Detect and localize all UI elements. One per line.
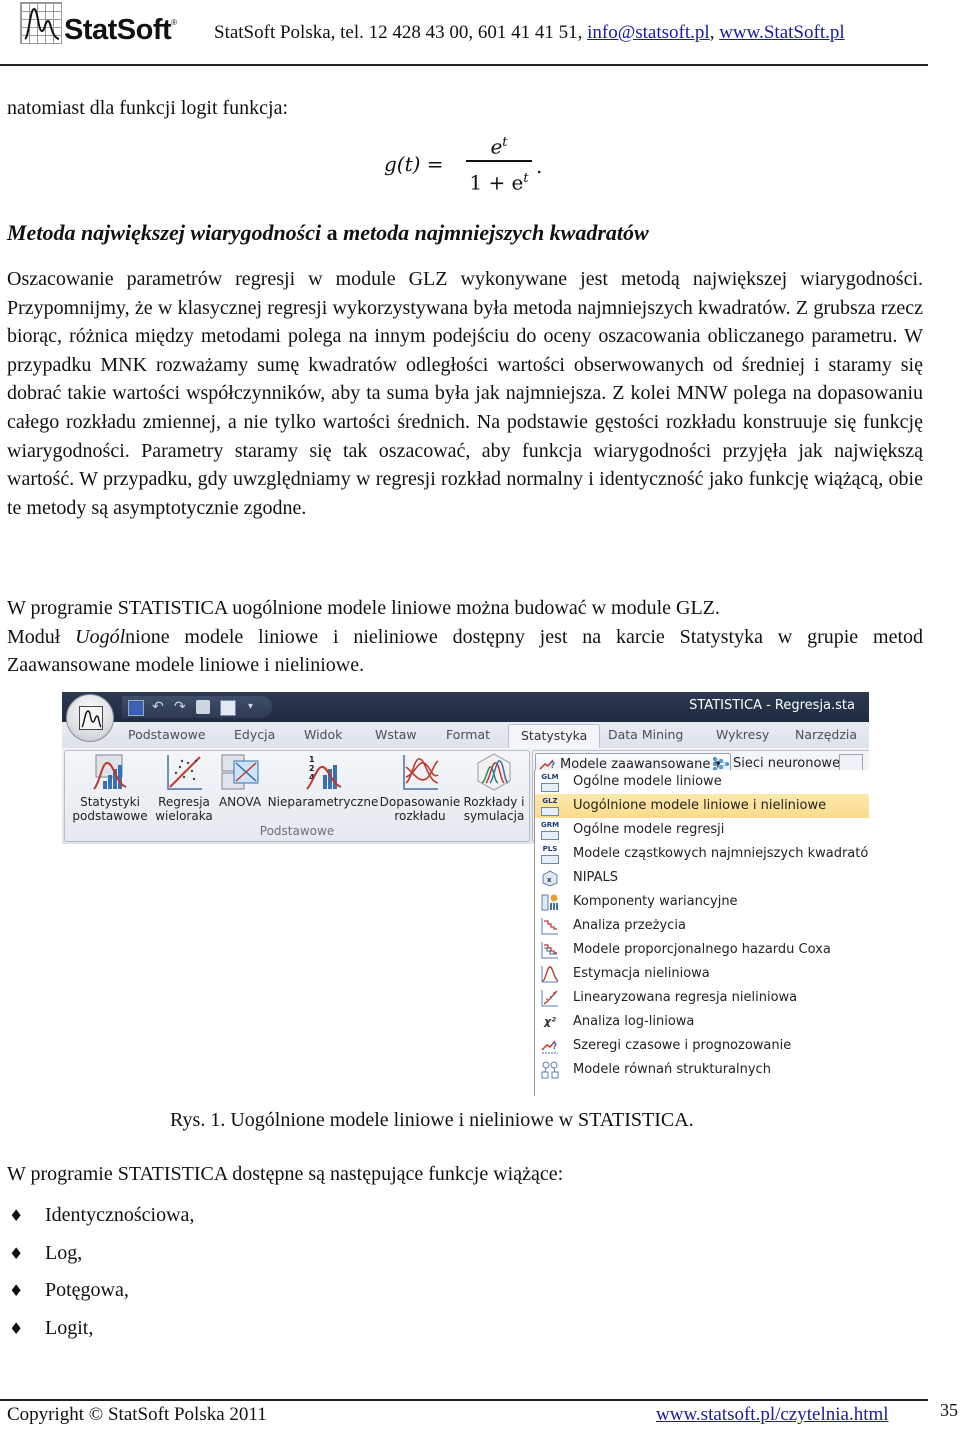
svg-text:x: x [547,876,552,884]
menu-item-time-series[interactable]: ? Szeregi czasowe i prognozowanie [535,1034,869,1058]
statsoft-logo: StatSoft® [18,0,198,50]
formula-lhs: g(t) = [384,152,444,176]
menu-item-grm[interactable]: GRM Ogólne modele regresji [535,818,869,842]
distributions-simulation-icon [477,753,511,791]
nonparametric-icon: 124 [306,755,342,790]
svg-text:?: ? [552,1042,557,1052]
diamond-bullet-icon: ♦ [9,1206,24,1225]
menu-item-nipals[interactable]: x NIPALS [535,866,869,890]
tab-wstaw[interactable]: Wstaw [375,727,417,742]
linearized-regression-icon [541,990,558,1007]
advanced-models-menu: GLM Ogólne modele liniowe GLZ Uogólnione… [534,770,869,1096]
distribution-fitting-icon [403,755,439,790]
pls-icon: PLS [541,845,559,864]
section-heading: Metoda największej wiarygodności a metod… [7,220,649,245]
diamond-bullet-icon: ♦ [9,1243,24,1263]
menu-item-log-linear[interactable]: χ² Analiza log-liniowa [535,1010,869,1034]
layout-icon[interactable] [220,700,236,716]
email-link[interactable]: info@statsoft.pl [587,22,710,43]
app-logo-icon [79,706,103,730]
basic-statistics-icon [93,754,127,790]
formula-fraction: et 1 + et [466,128,532,195]
survival-analysis-icon [541,918,558,935]
tab-podstawowe[interactable]: Podstawowe [128,727,206,742]
statistica-screenshot: ↶ ↷ ▾ STATISTICA - Regresja.sta Podstawo… [62,692,869,1096]
distribution-fitting-button[interactable]: Dopasowanie rozkładu [379,753,461,823]
svg-text:2: 2 [309,764,315,773]
variance-components-icon [541,894,558,911]
anova-button[interactable]: ANOVA [215,753,265,809]
cox-hazard-icon [541,942,558,959]
redo-icon[interactable]: ↷ [174,700,188,714]
footer-divider [0,1399,928,1401]
multiple-regression-icon [167,755,202,790]
fraction-bar [466,160,532,162]
menu-item-nonlinear-estimation[interactable]: Estymacja nieliniowa [535,962,869,986]
ribbon-group-podstawowe: Statystyki podstawowe Regresja wieloraka A… [64,750,530,842]
window-title: STATISTICA - Regresja.sta [689,698,855,713]
anova-icon [221,754,259,790]
footer-link[interactable]: www.statsoft.pl/czytelnia.html [656,1404,889,1426]
time-series-icon: ? [541,1040,558,1054]
diamond-bullet-icon: ♦ [9,1281,24,1300]
group-label-podstawowe: Podstawowe [259,824,335,838]
paragraph-mle-vs-ols: Oszacowanie parametrów regresji w module… [7,268,923,519]
menu-item-variance-components[interactable]: Komponenty wariancyjne [535,890,869,914]
link-functions-intro: W programie STATISTICA dostępne są nastę… [7,1163,564,1185]
formula-denominator: 1 + et [469,170,529,195]
logo-wordmark: StatSoft® [64,14,177,46]
glz-icon: GLZ [541,797,559,816]
save-icon[interactable] [128,700,144,716]
tab-wykresy[interactable]: Wykresy [716,727,769,742]
menu-item-survival-analysis[interactable]: Analiza przeżycia [535,914,869,938]
tab-data-mining[interactable]: Data Mining [608,727,683,742]
page-header: StatSoft® StatSoft Polska, tel. 12 428 4… [0,0,928,66]
tab-edycja[interactable]: Edycja [234,727,275,742]
structural-equations-icon [541,1061,559,1079]
multiple-regression-button[interactable]: Regresja wieloraka [153,753,215,823]
diamond-bullet-icon: ♦ [9,1318,24,1338]
app-menu-button[interactable] [66,694,114,742]
tab-widok[interactable]: Widok [304,727,342,742]
distributions-simulation-button[interactable]: Rozkłady i symulacja [461,753,527,823]
chi-square-icon: χ² [544,1015,556,1028]
page-number: 35 [940,1400,958,1420]
nonparametric-button[interactable]: 124 Nieparametryczne [267,753,379,809]
menu-item-linearized-regression[interactable]: Linearyzowana regresja nieliniowa [535,986,869,1010]
menu-item-glm[interactable]: GLM Ogólne modele liniowe [535,770,869,794]
website-link[interactable]: www.StatSoft.pl [719,22,844,43]
nipals-icon: x [542,870,558,887]
footer-copyright: Copyright © StatSoft Polska 2011 [7,1404,267,1425]
tab-format[interactable]: Format [446,727,490,742]
logo-chart-icon [20,2,62,44]
paragraph-glz-module: W programie STATISTICA uogólnione modele… [7,597,923,677]
glm-icon: GLM [541,773,559,792]
tab-narzedzia[interactable]: Narzędzia [795,727,857,742]
formula-numerator: et [490,134,508,159]
menu-item-cox-hazard[interactable]: Modele proporcjonalnego hazardu Coxa [535,938,869,962]
svg-text:1: 1 [309,755,315,764]
menu-item-glz[interactable]: GLZ Uogólnione modele liniowe i nielinio… [535,794,869,818]
quick-access-toolbar: ↶ ↷ ▾ [122,696,272,718]
menu-item-pls[interactable]: PLS Modele cząstkowych najmniejszych kwa… [535,842,869,866]
menu-item-sem[interactable]: Modele równań strukturalnych [535,1058,869,1082]
basic-statistics-button[interactable]: Statystyki podstawowe [69,753,151,823]
tab-statystyka[interactable]: Statystyka [508,724,601,749]
header-contact: StatSoft Polska, tel. 12 428 43 00, 601 … [214,22,845,43]
grm-icon: GRM [541,821,559,840]
contact-text: StatSoft Polska, tel. 12 428 43 00, 601 … [214,22,588,43]
nonlinear-estimation-icon [541,966,559,983]
undo-icon[interactable]: ↶ [152,700,166,714]
intro-text: natomiast dla funkcji logit funkcja: [7,97,289,119]
print-icon[interactable] [196,700,210,714]
window-titlebar: ↶ ↷ ▾ STATISTICA - Regresja.sta [62,692,869,722]
figure-caption: Rys. 1. Uogólnione modele liniowe i niel… [170,1109,694,1131]
ribbon-tabs: Podstawowe Edycja Widok Wstaw Format Sta… [62,722,869,749]
customize-icon[interactable]: ▾ [248,700,262,714]
